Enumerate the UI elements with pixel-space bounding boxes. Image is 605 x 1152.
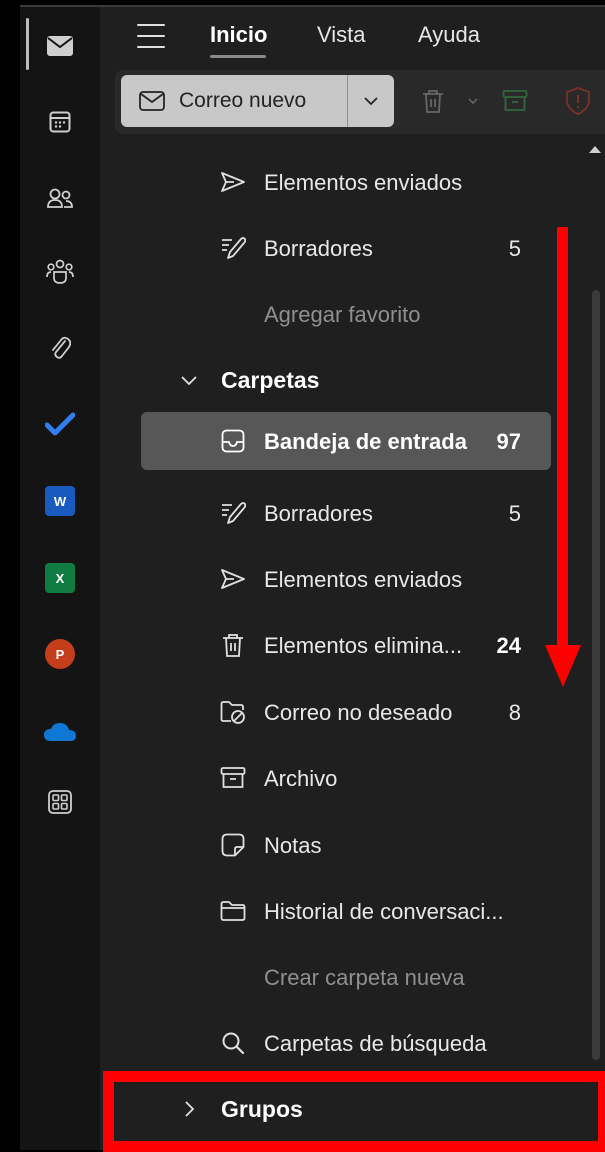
tab-vista[interactable]: Vista bbox=[317, 22, 366, 48]
new-mail-dropdown[interactable] bbox=[348, 75, 394, 127]
scrollbar-thumb[interactable] bbox=[592, 290, 600, 1060]
delete-toolbar-button[interactable] bbox=[418, 86, 448, 116]
draft-icon bbox=[219, 234, 247, 262]
folder-label: Notas bbox=[264, 833, 322, 858]
archive-toolbar-button[interactable] bbox=[500, 86, 530, 116]
active-tab-underline bbox=[210, 55, 266, 58]
word-letter: W bbox=[45, 486, 75, 516]
folder-label: Archivo bbox=[264, 766, 338, 791]
trash-icon bbox=[423, 90, 443, 113]
folder-item-deleted[interactable]: Elementos elimina... 24 bbox=[141, 616, 551, 674]
hamburger-menu-icon[interactable] bbox=[137, 24, 165, 48]
envelope-icon bbox=[139, 91, 165, 111]
trash-icon bbox=[219, 631, 247, 659]
folders-section-label: Carpetas bbox=[221, 367, 320, 393]
folder-label: Elementos elimina... bbox=[264, 633, 463, 658]
folder-label: Borradores bbox=[264, 501, 373, 526]
unread-count: 24 bbox=[496, 633, 521, 658]
delete-options-icon[interactable] bbox=[458, 86, 488, 116]
new-mail-button[interactable]: Correo nuevo bbox=[121, 75, 347, 127]
folder-item-drafts[interactable]: Borradores 5 bbox=[141, 484, 551, 542]
excel-icon[interactable]: X bbox=[40, 558, 80, 598]
inbox-icon bbox=[219, 427, 247, 455]
annotation-arrow-head bbox=[545, 645, 581, 687]
draft-icon bbox=[219, 499, 247, 527]
unread-count: 97 bbox=[496, 429, 521, 454]
chevron-down-icon bbox=[181, 376, 197, 386]
folder-item-notes[interactable]: Notas bbox=[141, 816, 551, 874]
archive-icon bbox=[219, 764, 247, 792]
rail-active-indicator bbox=[26, 18, 29, 70]
onedrive-icon[interactable] bbox=[40, 712, 80, 752]
excel-letter: X bbox=[45, 563, 75, 593]
report-toolbar-button[interactable] bbox=[563, 86, 593, 116]
folder-item-archive[interactable]: Archivo bbox=[141, 749, 551, 807]
unread-count: 5 bbox=[508, 236, 521, 261]
create-folder-link[interactable]: Crear carpeta nueva bbox=[141, 948, 551, 1006]
note-icon bbox=[219, 831, 247, 859]
junk-icon bbox=[219, 698, 247, 726]
add-favorite-link[interactable]: Agregar favorito bbox=[141, 285, 551, 343]
favorite-item-drafts[interactable]: Borradores 5 bbox=[141, 219, 551, 277]
new-mail-label: Correo nuevo bbox=[179, 89, 307, 112]
scroll-up-arrow-icon[interactable] bbox=[589, 146, 601, 153]
folder-label: Elementos enviados bbox=[264, 567, 463, 592]
folder-item-conversation-history[interactable]: Historial de conversaci... bbox=[141, 882, 551, 940]
attachment-icon[interactable] bbox=[40, 328, 80, 368]
folder-item-sent[interactable]: Elementos enviados bbox=[141, 550, 551, 608]
new-mail-split-button: Correo nuevo bbox=[121, 75, 394, 127]
people-icon[interactable] bbox=[40, 178, 80, 218]
folders-section-header[interactable]: Carpetas bbox=[141, 355, 551, 405]
folder-label: Carpetas de búsqueda bbox=[264, 1031, 487, 1056]
unread-count: 8 bbox=[508, 700, 521, 725]
favorite-label: Borradores bbox=[264, 236, 373, 261]
send-icon bbox=[219, 565, 247, 593]
folder-item-inbox[interactable]: Bandeja de entrada 97 bbox=[141, 412, 551, 470]
folder-item-search-folders[interactable]: Carpetas de búsqueda bbox=[141, 1014, 551, 1072]
favorite-item-sent[interactable]: Elementos enviados bbox=[141, 153, 551, 211]
mail-icon[interactable] bbox=[40, 26, 80, 66]
annotation-highlight-box bbox=[103, 1071, 605, 1152]
search-icon bbox=[219, 1029, 247, 1057]
todo-icon[interactable] bbox=[40, 404, 80, 444]
send-icon bbox=[219, 168, 247, 196]
folder-item-junk[interactable]: Correo no deseado 8 bbox=[141, 683, 551, 741]
groups-icon[interactable] bbox=[40, 252, 80, 292]
chevron-down-icon bbox=[364, 96, 378, 105]
tab-inicio[interactable]: Inicio bbox=[210, 22, 267, 48]
calendar-icon[interactable] bbox=[40, 102, 80, 142]
create-folder-label: Crear carpeta nueva bbox=[264, 965, 465, 990]
folder-label: Correo no deseado bbox=[264, 700, 453, 725]
word-icon[interactable]: W bbox=[40, 481, 80, 521]
apps-icon[interactable] bbox=[40, 782, 80, 822]
folder-label: Bandeja de entrada bbox=[264, 429, 467, 454]
archive-icon bbox=[502, 90, 528, 111]
powerpoint-letter: P bbox=[45, 639, 75, 669]
shield-icon bbox=[566, 87, 590, 115]
outlook-window: W X P Inicio Vista Ayuda Correo nuevo El… bbox=[0, 0, 605, 1152]
add-favorite-label: Agregar favorito bbox=[264, 302, 421, 327]
powerpoint-icon[interactable]: P bbox=[40, 634, 80, 674]
folder-icon bbox=[219, 897, 247, 925]
annotation-arrow-shaft bbox=[557, 227, 568, 647]
tab-ayuda[interactable]: Ayuda bbox=[418, 22, 480, 48]
folder-label: Historial de conversaci... bbox=[264, 899, 504, 924]
favorite-label: Elementos enviados bbox=[264, 170, 463, 195]
unread-count: 5 bbox=[508, 501, 521, 526]
